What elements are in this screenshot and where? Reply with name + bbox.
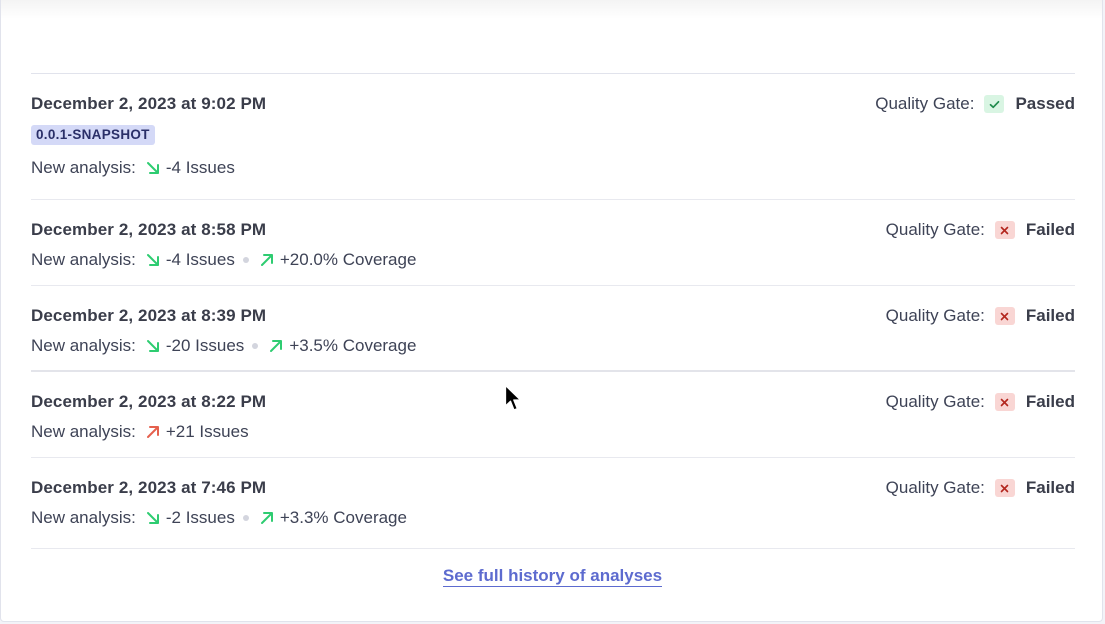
issues-delta: -4 Issues <box>165 158 235 177</box>
analysis-row: December 2, 2023 at 9:02 PM 0.0.1-SNAPSH… <box>31 74 1075 200</box>
quality-gate-status: Failed <box>1025 392 1075 411</box>
new-analysis-label: New analysis: <box>31 250 136 269</box>
quality-gate-label: Quality Gate: <box>885 220 985 239</box>
footer: See full history of analyses <box>0 566 1105 587</box>
check-icon <box>984 95 1005 113</box>
arrow-down-right-icon <box>146 254 159 266</box>
new-analysis-label: New analysis: <box>31 508 136 527</box>
analysis-row: December 2, 2023 at 8:22 PM New analysis… <box>31 372 1075 458</box>
mouse-cursor-icon <box>504 384 522 411</box>
coverage-delta: +3.5% Coverage <box>289 336 417 355</box>
new-analysis-summary: New analysis: -4 Issues <box>31 158 235 178</box>
coverage-delta: +3.3% Coverage <box>279 508 407 527</box>
quality-gate: Quality Gate: Passed <box>875 94 1075 114</box>
arrow-down-right-icon <box>146 162 159 174</box>
new-analysis-summary: New analysis: -4 Issues +20.0% Coverage <box>31 250 416 270</box>
separator-dot <box>252 343 259 349</box>
issues-delta: -2 Issues <box>165 508 235 527</box>
x-icon <box>994 221 1015 239</box>
arrow-down-right-icon <box>146 340 159 352</box>
quality-gate: Quality Gate: Failed <box>886 220 1075 240</box>
new-analysis-summary: New analysis: -2 Issues +3.3% Coverage <box>31 508 407 528</box>
new-analysis-summary: New analysis: +21 Issues <box>31 422 249 442</box>
coverage-delta: +20.0% Coverage <box>279 250 417 269</box>
arrow-up-right-icon <box>270 340 283 352</box>
quality-gate: Quality Gate: Failed <box>886 392 1075 412</box>
arrow-down-right-icon <box>146 512 159 524</box>
analysis-row: December 2, 2023 at 7:46 PM New analysis… <box>31 458 1075 549</box>
issues-delta: +21 Issues <box>165 422 249 441</box>
analyses-list: December 2, 2023 at 9:02 PM 0.0.1-SNAPSH… <box>31 73 1075 549</box>
arrow-up-right-icon <box>260 254 273 266</box>
new-analysis-label: New analysis: <box>31 422 136 441</box>
new-analysis-label: New analysis: <box>31 158 136 177</box>
issues-delta: -20 Issues <box>165 336 245 355</box>
see-full-history-link[interactable]: See full history of analyses <box>442 566 663 587</box>
analysis-date: December 2, 2023 at 8:39 PM <box>31 306 267 325</box>
x-icon <box>994 393 1015 411</box>
version-badge: 0.0.1-SNAPSHOT <box>31 125 155 145</box>
new-analysis-label: New analysis: <box>31 336 136 355</box>
x-icon <box>994 479 1015 497</box>
x-icon <box>994 307 1015 325</box>
issues-delta: -4 Issues <box>165 250 235 269</box>
separator-dot <box>242 515 249 521</box>
separator-dot <box>242 257 249 263</box>
analysis-date: December 2, 2023 at 7:46 PM <box>31 478 267 497</box>
new-analysis-summary: New analysis: -20 Issues +3.5% Coverage <box>31 336 416 356</box>
analysis-date: December 2, 2023 at 8:58 PM <box>31 220 267 239</box>
quality-gate-label: Quality Gate: <box>875 94 975 113</box>
quality-gate-label: Quality Gate: <box>885 306 985 325</box>
quality-gate-status: Failed <box>1025 478 1075 497</box>
quality-gate-label: Quality Gate: <box>885 478 985 497</box>
quality-gate: Quality Gate: Failed <box>886 478 1075 498</box>
arrow-up-right-icon <box>260 512 273 524</box>
quality-gate-status: Passed <box>1015 94 1075 113</box>
analysis-row: December 2, 2023 at 8:39 PM New analysis… <box>31 286 1075 372</box>
analysis-date: December 2, 2023 at 8:22 PM <box>31 392 267 411</box>
analysis-date: December 2, 2023 at 9:02 PM <box>31 94 267 113</box>
quality-gate-label: Quality Gate: <box>885 392 985 411</box>
quality-gate: Quality Gate: Failed <box>886 306 1075 326</box>
arrow-up-right-icon <box>146 426 159 438</box>
quality-gate-status: Failed <box>1025 306 1075 325</box>
header-shadow <box>1 0 1102 19</box>
quality-gate-status: Failed <box>1025 220 1075 239</box>
analysis-row: December 2, 2023 at 8:58 PM New analysis… <box>31 200 1075 286</box>
